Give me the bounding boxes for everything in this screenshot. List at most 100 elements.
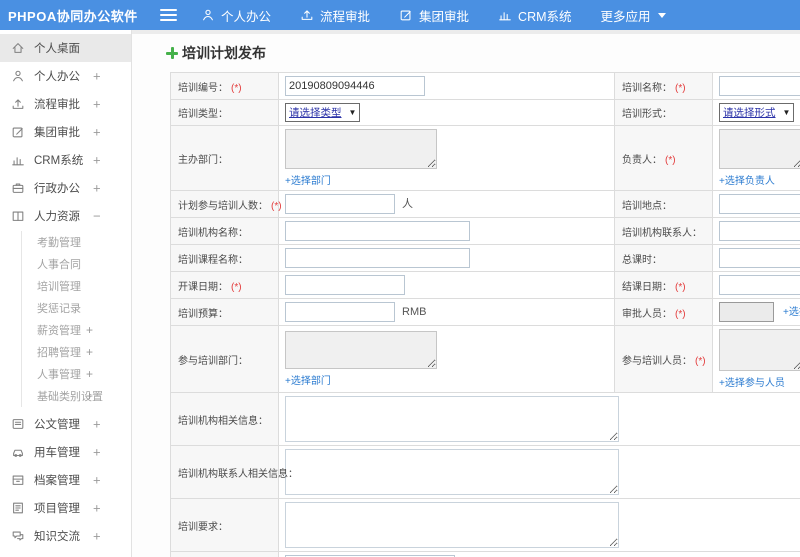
sidebar-item-label: 个人桌面 <box>34 43 80 55</box>
content-top-strip <box>132 30 800 34</box>
sidebar-subitem-label: 奖惩记录 <box>37 303 81 315</box>
form-row: 培训机构相关信息： <box>170 392 800 446</box>
expand-toggle-icon[interactable]: − <box>93 209 101 224</box>
field-label: 开课日期： (*) <box>170 271 279 299</box>
leader-picker[interactable] <box>719 129 800 169</box>
sidebar-item-personal-office[interactable]: 个人办公 + <box>0 62 131 90</box>
field-cell: 请选择类型 ▼ <box>278 99 615 126</box>
field-cell <box>712 190 800 218</box>
sidebar-item-workflow-approval[interactable]: 流程审批 + <box>0 90 131 118</box>
training-requirements-textarea[interactable] <box>285 502 619 548</box>
select-approver-link[interactable]: +选择审批人员 <box>783 307 800 318</box>
field-label: 审批人员： (*) <box>614 298 713 326</box>
training-place-input[interactable] <box>719 194 800 214</box>
expand-toggle-icon[interactable]: + <box>86 323 93 337</box>
form-row: 培训课程名称： 总课时： <box>170 244 800 272</box>
menu-icon[interactable] <box>160 6 177 24</box>
participate-dept-picker[interactable] <box>285 331 437 369</box>
sidebar-subitem-label: 人事管理 <box>37 369 81 381</box>
org-info-textarea[interactable] <box>285 396 619 442</box>
sidebar-item-label: 用车管理 <box>34 447 80 459</box>
org-name-input[interactable] <box>285 221 470 241</box>
sidebar-item-admin-office[interactable]: 行政办公 + <box>0 174 131 202</box>
required-mark: (*) <box>695 355 706 367</box>
select-participants-link[interactable]: +选择参与人员 <box>719 378 785 389</box>
sidebar-item-project-mgmt[interactable]: 项目管理 + <box>0 494 131 522</box>
expand-toggle-icon[interactable]: + <box>93 501 101 516</box>
sidebar-subitem-attendance[interactable]: 考勤管理 <box>22 231 131 253</box>
sidebar-item-label: 公文管理 <box>34 419 80 431</box>
sidebar-subitem-hr-contract[interactable]: 人事合同 <box>22 253 131 275</box>
sidebar-subitem-personnel-mgmt[interactable]: 人事管理 + <box>22 363 131 385</box>
approver-input[interactable] <box>719 302 774 322</box>
expand-toggle-icon[interactable]: + <box>86 389 93 403</box>
expand-toggle-icon[interactable]: + <box>93 125 101 140</box>
user-icon <box>203 9 213 21</box>
sidebar-subitem-reward-record[interactable]: 奖惩记录 <box>22 297 131 319</box>
expand-toggle-icon[interactable]: + <box>93 473 101 488</box>
nav-workflow-approval[interactable]: 流程审批 <box>300 6 370 25</box>
field-label: 培训类型： <box>170 99 279 126</box>
org-contact-input[interactable] <box>719 221 800 241</box>
sidebar-item-crm-system[interactable]: CRM系统 + <box>0 146 131 174</box>
expand-toggle-icon[interactable]: + <box>93 97 101 112</box>
expand-toggle-icon[interactable]: + <box>93 445 101 460</box>
sidebar-item-group-approval[interactable]: 集团审批 + <box>0 118 131 146</box>
required-mark: (*) <box>675 281 686 293</box>
expand-toggle-icon[interactable]: + <box>86 367 93 381</box>
sidebar-item-personal-desktop[interactable]: 个人桌面 <box>0 34 131 62</box>
planned-participants-input[interactable] <box>285 194 395 214</box>
app-title: PHPOA协同办公软件 <box>8 8 138 24</box>
page-title: 培训计划发布 <box>166 43 800 63</box>
sidebar-subitem-salary-mgmt[interactable]: 薪资管理 + <box>22 319 131 341</box>
select-dept-link[interactable]: +选择部门 <box>285 176 331 187</box>
expand-toggle-icon[interactable]: + <box>93 417 101 432</box>
budget-input[interactable] <box>285 302 395 322</box>
book-icon <box>12 211 24 221</box>
sidebar-item-hr[interactable]: 人力资源 − <box>0 202 131 230</box>
field-label: 培训机构联系人相关信息： <box>170 445 298 499</box>
course-name-input[interactable] <box>285 248 470 268</box>
start-date-input[interactable] <box>285 275 405 295</box>
field-label: 负责人： (*) <box>614 125 713 191</box>
training-name-input[interactable] <box>719 76 800 96</box>
sidebar-item-vehicle-mgmt[interactable]: 用车管理 + <box>0 438 131 466</box>
sidebar-item-knowledge-exchange[interactable]: 知识交流 + <box>0 522 131 550</box>
field-label: 培训名称： (*) <box>614 72 713 100</box>
training-type-select[interactable]: 请选择类型 ▼ <box>285 103 361 122</box>
sidebar-item-archive-mgmt[interactable]: 档案管理 + <box>0 466 131 494</box>
form-row: 培训要求： <box>170 498 800 552</box>
expand-toggle-icon[interactable]: + <box>93 153 101 168</box>
sidebar-item-document-mgmt[interactable]: 公文管理 + <box>0 410 131 438</box>
nav-personal-office[interactable]: 个人办公 <box>201 6 271 25</box>
participants-picker[interactable] <box>719 329 800 371</box>
main-content: 培训计划发布 培训编号：(*) 培训名称：(*) 培训类型： 请选择类型▼ 培训形式： 请… <box>132 30 800 557</box>
nav-more-apps[interactable]: 更多应用 <box>601 6 666 25</box>
sidebar-subitem-training-mgmt[interactable]: 培训管理 <box>22 275 131 297</box>
training-form-select[interactable]: 请选择形式 ▼ <box>719 103 795 122</box>
select-dept-link-2[interactable]: +选择部门 <box>285 376 331 387</box>
field-cell <box>712 217 800 245</box>
nav-crm-system[interactable]: CRM系统 <box>498 6 572 25</box>
field-cell: +选择负责人 <box>712 125 800 191</box>
host-dept-picker[interactable] <box>285 129 437 169</box>
field-label: 培训地点： <box>614 190 713 218</box>
form-row: 计划参与培训人数： (*) 人 培训地点： <box>170 190 800 218</box>
nav-group-approval[interactable]: 集团审批 <box>399 6 469 25</box>
total-hours-input[interactable] <box>719 248 800 268</box>
field-cell: +选择参与人员 <box>712 325 800 393</box>
end-date-input[interactable] <box>719 275 800 295</box>
select-leader-link[interactable]: +选择负责人 <box>719 176 775 187</box>
form-row: 参与培训部门： +选择部门 参与培训人员： (*) +选择参与人员 <box>170 325 800 393</box>
expand-toggle-icon[interactable]: + <box>86 345 93 359</box>
field-label: 参与培训人员： (*) <box>614 325 713 393</box>
org-contact-info-textarea[interactable] <box>285 449 619 495</box>
expand-toggle-icon[interactable]: + <box>93 69 101 84</box>
expand-toggle-icon[interactable]: + <box>93 529 101 544</box>
expand-toggle-icon[interactable]: + <box>93 181 101 196</box>
field-label: 培训预算： <box>170 298 279 326</box>
field-cell: +选择审批人员 <box>712 298 800 326</box>
training-no-input[interactable] <box>285 76 425 96</box>
sidebar-subitem-base-category[interactable]: 基础类别设置 + <box>22 385 131 407</box>
sidebar-subitem-recruitment[interactable]: 招聘管理 + <box>22 341 131 363</box>
